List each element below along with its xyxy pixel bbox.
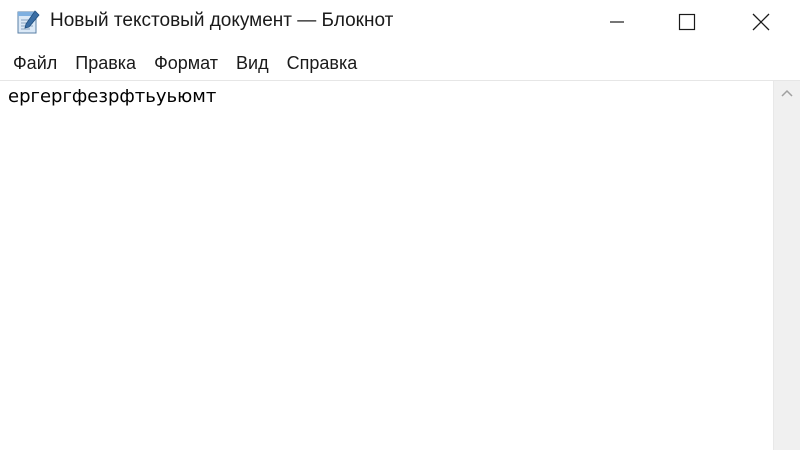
menu-format[interactable]: Формат [146,51,226,76]
menu-help[interactable]: Справка [279,51,366,76]
scroll-up-button[interactable] [774,81,800,105]
minimize-icon [610,21,624,23]
menu-file[interactable]: Файл [5,51,65,76]
vertical-scrollbar[interactable] [773,81,800,450]
notepad-icon[interactable] [14,9,42,35]
menu-edit[interactable]: Правка [67,51,144,76]
text-editor[interactable]: ергергфезрфтьуьюмт [0,81,773,450]
minimize-button[interactable] [582,0,652,44]
editor-content[interactable]: ергергфезрфтьуьюмт [8,86,765,108]
notepad-window: Новый текстовый документ — Блокнот Файл … [0,0,800,450]
menu-bar: Файл Правка Формат Вид Справка [0,48,800,78]
close-icon [752,13,770,31]
chevron-up-icon [781,89,793,97]
title-bar[interactable]: Новый текстовый документ — Блокнот [0,0,800,44]
close-button[interactable] [726,0,796,44]
menu-view[interactable]: Вид [228,51,277,76]
window-title: Новый текстовый документ — Блокнот [50,10,394,31]
maximize-button[interactable] [652,0,722,44]
maximize-icon [678,13,696,31]
